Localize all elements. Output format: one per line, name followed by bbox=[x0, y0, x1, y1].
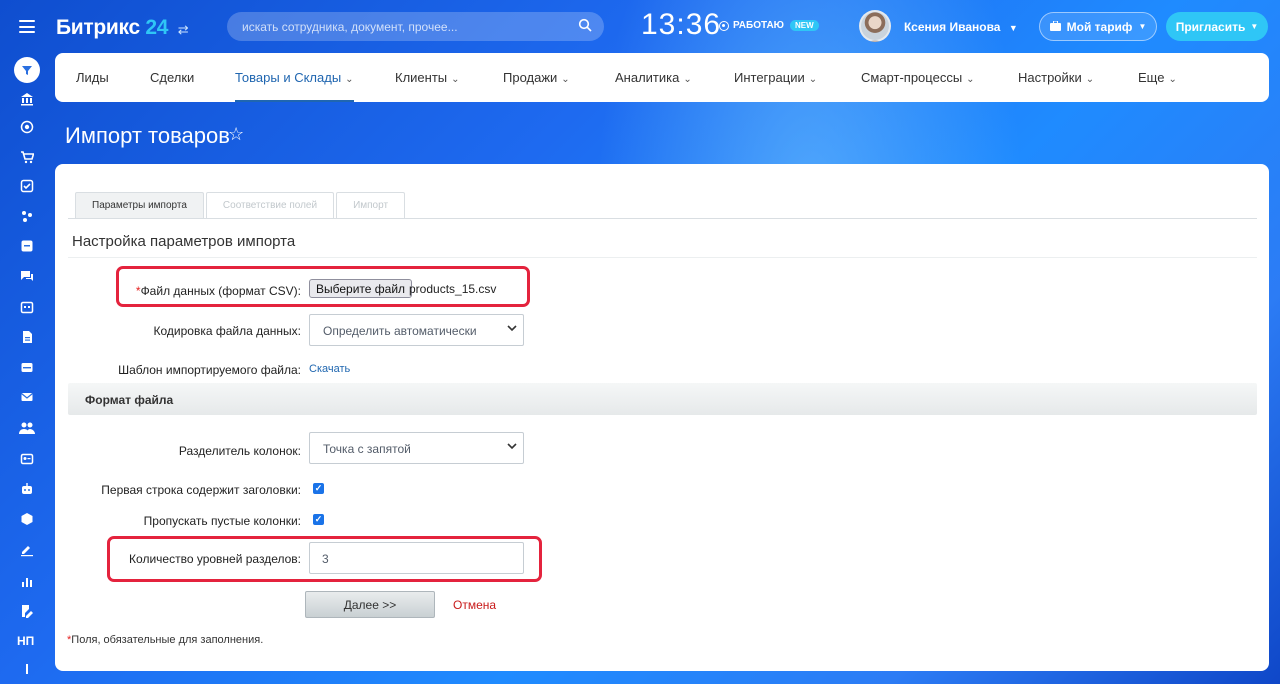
invite-button[interactable]: Пригласить ▼ bbox=[1166, 12, 1268, 41]
top-nav: Лиды Сделки Товары и Склады ⌄ Клиенты ⌄ Пр… bbox=[55, 53, 1269, 102]
feed-icon[interactable] bbox=[18, 237, 36, 255]
work-status-text: РАБОТАЮ bbox=[733, 20, 784, 31]
nav-item-analytics[interactable]: Аналитика ⌄ bbox=[615, 70, 692, 85]
document-icon[interactable] bbox=[18, 328, 36, 346]
clock[interactable]: 13:36 bbox=[641, 8, 721, 42]
highlight-levels-row bbox=[107, 536, 542, 582]
left-sidebar: НП bbox=[0, 0, 55, 684]
logo-number: 24 bbox=[145, 16, 169, 39]
tariff-label: Мой тариф bbox=[1066, 19, 1133, 34]
page-title: Импорт товаров bbox=[65, 123, 230, 148]
chevron-down-icon: ▼ bbox=[1008, 23, 1018, 33]
nav-item-clients[interactable]: Клиенты ⌄ bbox=[395, 70, 460, 85]
first-row-label: Первая строка содержит заголовки: bbox=[101, 483, 301, 497]
chevron-down-icon bbox=[507, 441, 517, 454]
template-label: Шаблон импортируемого файла: bbox=[118, 363, 301, 377]
encoding-value: Определить автоматически bbox=[323, 324, 477, 338]
analytics-icon[interactable] bbox=[18, 572, 36, 590]
download-template-link[interactable]: Скачать bbox=[309, 363, 350, 375]
nav-item-deals[interactable]: Сделки bbox=[150, 70, 194, 85]
chevron-down-icon: ⌄ bbox=[451, 74, 460, 85]
tab-import: Импорт bbox=[336, 192, 406, 218]
chevron-down-icon: ⌄ bbox=[966, 74, 975, 85]
sign-icon[interactable] bbox=[18, 541, 36, 559]
box-icon[interactable] bbox=[18, 510, 36, 528]
star-icon[interactable]: ☆ bbox=[228, 124, 244, 145]
logo[interactable]: Битрикс 24 ⇄ bbox=[56, 16, 189, 40]
chevron-down-icon: ⌄ bbox=[561, 74, 570, 85]
chevron-down-icon: ⌄ bbox=[683, 74, 692, 85]
separator-select[interactable]: Точка с запятой bbox=[309, 432, 524, 464]
sidebar-np-label[interactable]: НП bbox=[17, 634, 34, 648]
next-button[interactable]: Далее >> bbox=[305, 591, 435, 618]
tariff-button[interactable]: Мой тариф ▼ bbox=[1039, 12, 1157, 41]
nav-item-settings[interactable]: Настройки ⌄ bbox=[1018, 70, 1094, 85]
tab-field-mapping: Соответствие полей bbox=[205, 192, 335, 218]
divider bbox=[68, 218, 1257, 219]
logo-text: Битрикс bbox=[56, 16, 140, 39]
encoding-select[interactable]: Определить автоматически bbox=[309, 314, 524, 346]
search-placeholder: искать сотрудника, документ, прочее... bbox=[242, 20, 458, 34]
chevron-down-icon: ⌄ bbox=[808, 74, 818, 85]
import-card: Параметры импорта Соответствие полей Имп… bbox=[55, 164, 1269, 671]
tab-import-params[interactable]: Параметры импорта bbox=[75, 192, 204, 218]
drive-icon[interactable] bbox=[18, 358, 36, 376]
nav-item-more[interactable]: Еще ⌄ bbox=[1138, 70, 1177, 85]
target-icon[interactable] bbox=[18, 118, 36, 136]
work-status[interactable]: РАБОТАЮ NEW bbox=[719, 20, 819, 31]
first-row-checkbox[interactable]: ✓ bbox=[313, 483, 324, 494]
robot-icon[interactable] bbox=[18, 480, 36, 498]
bank-icon[interactable] bbox=[18, 90, 36, 108]
nav-item-smart-processes[interactable]: Смарт-процессы ⌄ bbox=[861, 70, 975, 85]
format-section-header: Формат файла bbox=[68, 383, 1257, 415]
cart-icon[interactable] bbox=[18, 148, 36, 166]
employees-icon[interactable] bbox=[18, 419, 36, 437]
calendar-icon[interactable] bbox=[18, 298, 36, 316]
new-badge: NEW bbox=[790, 20, 819, 31]
search-input[interactable]: искать сотрудника, документ, прочее... bbox=[227, 12, 604, 41]
contact-card-icon[interactable] bbox=[18, 450, 36, 468]
switch-icon[interactable]: ⇄ bbox=[178, 22, 189, 37]
chevron-down-icon: ▼ bbox=[1138, 22, 1147, 31]
nav-item-products[interactable]: Товары и Склады ⌄ bbox=[235, 70, 354, 102]
mail-icon[interactable] bbox=[18, 388, 36, 406]
filter-icon[interactable] bbox=[14, 57, 40, 83]
skip-empty-checkbox[interactable]: ✓ bbox=[313, 514, 324, 525]
separator-label: Разделитель колонок: bbox=[178, 444, 301, 458]
chevron-down-icon: ▼ bbox=[1250, 22, 1259, 31]
invite-label: Пригласить bbox=[1175, 19, 1246, 34]
highlight-file-row bbox=[116, 266, 530, 307]
edit-doc-icon[interactable] bbox=[18, 602, 36, 620]
sidebar-indicator bbox=[26, 664, 28, 674]
tab-bar: Параметры импорта Соответствие полей Имп… bbox=[75, 192, 406, 218]
user-menu[interactable]: Ксения Иванова ▼ bbox=[904, 20, 1018, 34]
chat-icon[interactable] bbox=[18, 267, 36, 285]
chevron-down-icon: ⌄ bbox=[345, 74, 354, 85]
avatar[interactable] bbox=[859, 10, 891, 42]
status-icon bbox=[719, 20, 729, 31]
user-name: Ксения Иванова bbox=[904, 20, 1001, 34]
divider bbox=[68, 257, 1257, 258]
chevron-down-icon bbox=[507, 323, 517, 336]
menu-icon[interactable] bbox=[19, 20, 35, 33]
nav-item-integrations[interactable]: Интеграции ⌄ bbox=[734, 70, 817, 85]
separator-value: Точка с запятой bbox=[323, 442, 411, 456]
chevron-down-icon: ⌄ bbox=[1168, 74, 1177, 85]
required-footnote: *Поля, обязательные для заполнения. bbox=[67, 634, 264, 646]
skip-empty-label: Пропускать пустые колонки: bbox=[143, 514, 301, 528]
network-icon[interactable] bbox=[18, 207, 36, 225]
section-title: Настройка параметров импорта bbox=[72, 233, 296, 250]
chevron-down-icon: ⌄ bbox=[1085, 74, 1095, 85]
search-icon[interactable] bbox=[578, 18, 592, 35]
briefcase-icon bbox=[1049, 20, 1061, 34]
encoding-label: Кодировка файла данных: bbox=[153, 324, 302, 338]
nav-item-sales[interactable]: Продажи ⌄ bbox=[503, 70, 570, 85]
cancel-link[interactable]: Отмена bbox=[453, 598, 496, 612]
nav-item-leads[interactable]: Лиды bbox=[76, 70, 109, 85]
task-icon[interactable] bbox=[18, 177, 36, 195]
